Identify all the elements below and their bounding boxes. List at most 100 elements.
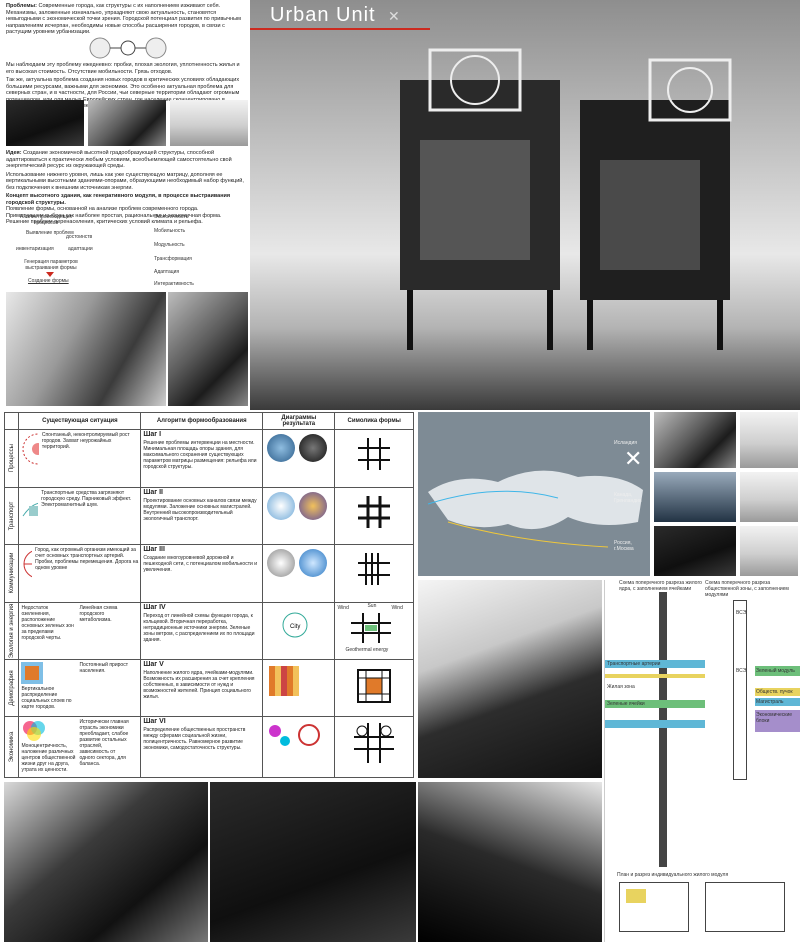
situation-text: Спонтанный, неконтролируемый рост городо…	[41, 432, 130, 451]
photo-interior-frame	[168, 292, 248, 406]
col-header-diagrams: Диаграммы результата	[262, 411, 336, 431]
geothermal-label: Geothermal energy	[345, 646, 389, 653]
row-head-ecology: Экология и энергия	[8, 603, 15, 658]
diagram-circle	[267, 549, 296, 578]
flow-left-6: Создание формы	[28, 278, 69, 284]
plan-caption: План и разрез индивидуального жилого мод…	[617, 872, 729, 878]
row-head-processes: Процессы	[8, 444, 15, 473]
polycentric-icon	[269, 724, 321, 747]
render-bottom-3	[418, 782, 602, 942]
city-label: City	[290, 624, 300, 630]
idea-text: Создание экономичной высотной градообраз…	[6, 150, 232, 169]
row-head-demography: Демография	[8, 670, 15, 706]
diagram-circle	[267, 491, 296, 520]
table-row: Вертикальное распределение социальных сл…	[18, 659, 142, 718]
flow-right-1: Мобильность	[154, 228, 186, 234]
concept-text: Концепт высотного здания, как генеративн…	[6, 193, 231, 206]
algo-text: Проектирование основных каналов связи ме…	[143, 497, 257, 522]
band-transport-2	[605, 720, 705, 728]
situation-text: Транспортные средства загрязняют городск…	[41, 489, 132, 508]
band-transport-label: Транспортные артерии	[607, 661, 661, 667]
flow-left-2: достоинств	[66, 234, 93, 240]
band-yellow	[605, 674, 705, 678]
algorithm-table: Существующая ситуация Алгоритм формообра…	[3, 411, 414, 778]
close-icon: ✕	[388, 8, 400, 24]
row-head-communications: Коммуникации	[8, 552, 15, 594]
problems-label: Проблемы:	[6, 3, 37, 9]
table-row: Недостаток озеленения, расположение осно…	[18, 601, 142, 661]
photo-building-canada	[740, 472, 798, 522]
situation-text: Недостаток озеленения, расположение осно…	[21, 604, 74, 641]
wind-left-label: Wind	[337, 604, 349, 611]
map-label-russia: Россия, г.Москва	[614, 540, 634, 552]
intro-block: Проблемы: Современные города, как структ…	[6, 3, 246, 39]
map-label-iceland: Исландия	[614, 440, 637, 446]
step-label: Шаг I	[143, 431, 162, 439]
table-row: Моноцентричность, наложение различных це…	[18, 716, 142, 778]
col-header-symbolics: Симолика формы	[334, 411, 414, 431]
flow-left-0: Анализ происходящих процессов	[20, 214, 72, 226]
photo-interior-stairs	[6, 292, 166, 406]
section-spine-left	[659, 592, 667, 867]
metabolism-cycle-icon: City	[282, 612, 308, 638]
diagram-circle	[267, 434, 296, 463]
photo-city-street	[88, 100, 166, 146]
col-header-algorithm: Алгоритм формообразования	[140, 411, 264, 431]
photo-building-moscow	[740, 526, 798, 576]
photo-iceland	[654, 412, 736, 468]
problems-text: Современные города, как структуры с их н…	[6, 3, 241, 35]
mark-vse-2: ВСЭ	[736, 668, 747, 674]
intro-para2: Мы наблюдаем эту проблему ежедневно: про…	[6, 62, 240, 75]
render-bottom-1	[4, 782, 208, 942]
band-living-label: Жилая зона	[607, 684, 635, 690]
step-label: Шаг II	[143, 488, 163, 496]
module-mosaic-icon	[269, 666, 300, 697]
situation-text: Вертикальное распределение социальных сл…	[21, 686, 72, 711]
algo-text: Решение проблемы интервенции на местност…	[143, 440, 257, 471]
section-spine-right	[733, 600, 747, 780]
step-label: Шаг IV	[143, 603, 166, 611]
diagram-circle	[299, 549, 328, 578]
band-green-label: Зеленые ячейки	[607, 701, 645, 707]
arrow-down-icon	[46, 272, 54, 277]
energy-grid-icon	[351, 612, 392, 643]
grid-symbol-icon	[358, 438, 391, 471]
situation-text-2: Исторически главная отрасль экономики пр…	[79, 719, 129, 768]
page-title: Urban Unit	[270, 4, 376, 26]
intro-para5: Использование нижнего уровня, лишь как у…	[6, 171, 244, 191]
hero-render: Urban Unit ✕	[250, 0, 800, 410]
band-highway-label: Магистраль	[756, 699, 784, 705]
situation-text-2: Постоянный прирост населения.	[79, 662, 128, 675]
step-label: Шаг III	[143, 546, 165, 554]
overlap-circles-icon	[23, 721, 46, 742]
col-header-situation: Существующая ситуация	[18, 411, 142, 431]
photo-building-iceland	[740, 412, 798, 468]
world-map-panel: ✕ Исландия Канада, Гренландия Россия, г.…	[418, 412, 650, 576]
table-row: Спонтанный, неконтролируемый рост городо…	[18, 429, 142, 488]
section-left-caption: Схема поперечного разреза жилого ядра, с…	[619, 580, 702, 592]
situation-text: Моноцентричность, наложение различных це…	[21, 743, 76, 774]
title-underline	[250, 28, 430, 30]
wind-right-label: Wind	[391, 604, 403, 611]
sun-label: Sun	[367, 602, 377, 609]
photo-city-dense	[170, 100, 248, 146]
map-close-icon: ✕	[624, 446, 642, 471]
section-drawing	[705, 882, 785, 932]
situation-text: Город, как огромный организм имеющий за …	[35, 547, 139, 572]
photo-canada	[654, 472, 736, 522]
algo-text: Распределение общественных пространств м…	[143, 727, 246, 752]
table-row: Транспортные средства загрязняют городск…	[18, 486, 142, 546]
band-public-label: Обществ. пучок	[756, 689, 793, 695]
band-economic-label: Экономические блоки	[756, 712, 793, 724]
diagram-circle	[299, 491, 328, 520]
section-right-caption: Схема поперечного разреза общественной з…	[705, 580, 789, 598]
band-green-module-label: Зеленый модуль	[756, 668, 795, 674]
flow-left-3: инвентаризация	[16, 246, 54, 252]
layer-square-icon	[21, 662, 44, 685]
step-label: Шаг VI	[143, 718, 166, 726]
row-head-economy: Экономика	[8, 731, 15, 763]
building-silhouette	[400, 48, 732, 350]
table-row: Город, как огромный организм имеющий за …	[18, 544, 142, 603]
map-label-canada: Канада, Гренландия	[614, 492, 642, 504]
fan-grid-icon	[354, 723, 395, 764]
